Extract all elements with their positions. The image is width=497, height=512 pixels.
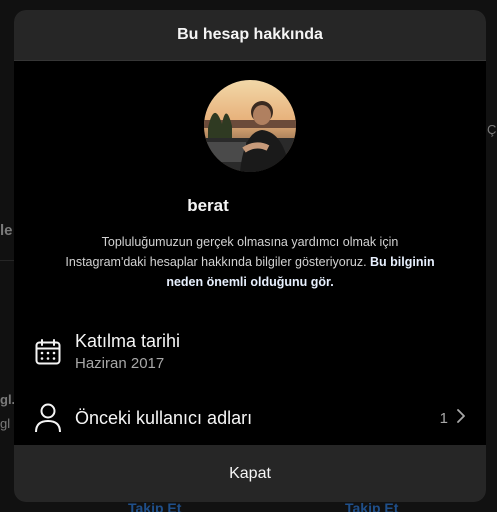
avatar-photo: [204, 80, 296, 172]
info-description: Topluluğumuzun gerçek olmasına yardımcı …: [60, 232, 440, 292]
join-date-row: Katılma tarihi Haziran 2017: [14, 330, 486, 374]
bg-text-fragment: gl.: [0, 392, 16, 407]
calendar-icon: [31, 335, 65, 369]
bg-text-fragment: gl: [0, 416, 11, 431]
join-date-label: Katılma tarihi: [75, 331, 181, 351]
former-usernames-texts: Önceki kullanıcı adları: [75, 407, 252, 429]
close-button-label: Kapat: [229, 464, 271, 482]
bg-text-fragment: le: [0, 222, 13, 239]
bg-text-fragment: Ç: [487, 122, 497, 137]
former-usernames-label: Önceki kullanıcı adları: [75, 408, 253, 428]
info-description-text: Topluluğumuzun gerçek olmasına yardımcı …: [65, 235, 399, 269]
former-usernames-count-value: 1: [439, 409, 448, 427]
dialog-title: Bu hesap hakkında: [177, 26, 323, 43]
join-date-value: Haziran 2017: [75, 355, 165, 372]
former-usernames-row[interactable]: Önceki kullanıcı adları 1: [14, 400, 486, 436]
join-date-texts: Katılma tarihi Haziran 2017: [75, 330, 180, 374]
close-button[interactable]: Kapat: [14, 445, 486, 502]
avatar: [204, 80, 296, 172]
about-account-dialog: Bu hesap hakkında berat Topluluğumuzun g…: [14, 10, 486, 502]
dialog-header: Bu hesap hakkında: [14, 10, 486, 61]
chevron-right-icon: [456, 409, 466, 427]
person-icon: [31, 401, 65, 435]
profile-username: berat: [187, 196, 229, 215]
bg-divider: [0, 260, 14, 261]
former-usernames-count: 1: [440, 409, 466, 427]
